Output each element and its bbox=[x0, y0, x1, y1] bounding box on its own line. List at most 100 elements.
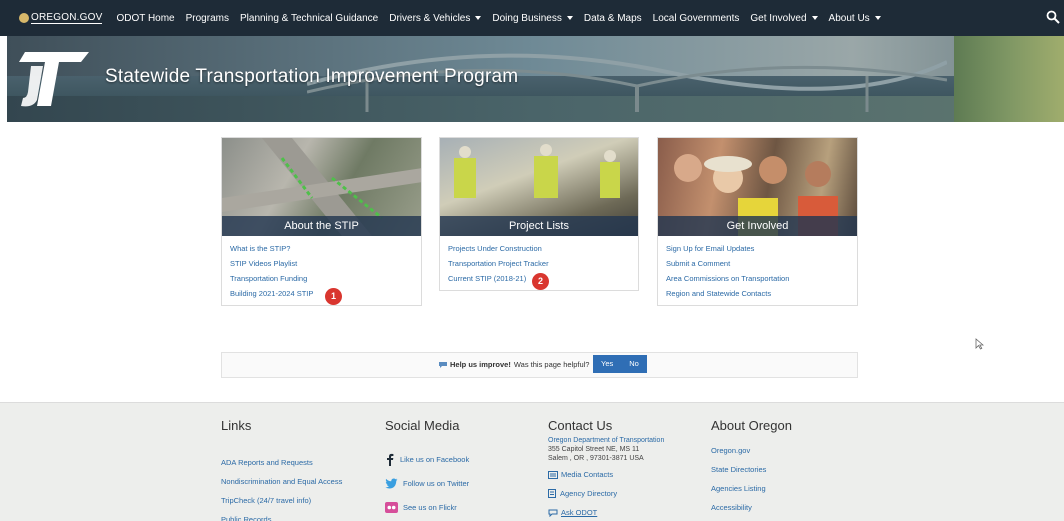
card-caption: About the STIP bbox=[222, 216, 421, 236]
agency-directory-label: Agency Directory bbox=[560, 489, 618, 498]
card-caption: Get Involved bbox=[658, 216, 857, 236]
nav-item-get-involved[interactable]: Get Involved bbox=[750, 12, 818, 24]
flickr-icon bbox=[385, 501, 398, 513]
nav-label: Local Governments bbox=[652, 12, 740, 24]
link-area-commissions[interactable]: Area Commissions on Transportation bbox=[666, 271, 849, 286]
footer-contact-title: Contact Us bbox=[548, 418, 613, 433]
ask-odot-label: Ask ODOT bbox=[561, 508, 598, 517]
contact-city: Salem , OR , 97301-3871 USA bbox=[548, 455, 644, 462]
link-project-tracker[interactable]: Transportation Project Tracker bbox=[448, 256, 630, 271]
oregon-gov-brand: OREGON.GOV bbox=[31, 12, 103, 24]
link-ada-reports[interactable]: ADA Reports and Requests bbox=[221, 453, 342, 472]
link-flickr[interactable]: See us on Flickr bbox=[385, 495, 469, 519]
link-tripcheck[interactable]: TripCheck (24/7 travel info) bbox=[221, 491, 342, 510]
contact-street: 355 Capitol Street NE, MS 11 bbox=[548, 446, 640, 453]
nav-label: Planning & Technical Guidance bbox=[239, 12, 379, 24]
chat-icon bbox=[548, 509, 558, 517]
no-button[interactable]: No bbox=[621, 355, 647, 373]
flickr-label: See us on Flickr bbox=[403, 502, 457, 512]
link-stip-videos[interactable]: STIP Videos Playlist bbox=[230, 256, 413, 271]
link-state-directories[interactable]: State Directories bbox=[711, 460, 792, 479]
newspaper-icon bbox=[548, 470, 558, 479]
caret-down-icon bbox=[874, 16, 881, 20]
card-get-involved: Get Involved Sign Up for Email Updates S… bbox=[657, 137, 858, 306]
nav-label: Data & Maps bbox=[583, 12, 642, 24]
link-public-records[interactable]: Public Records bbox=[221, 510, 342, 521]
footer-social-column: Social Media Like us on Facebook Follow … bbox=[385, 418, 469, 519]
link-submit-comment[interactable]: Submit a Comment bbox=[666, 256, 849, 271]
feedback-bold-text: Help us improve! bbox=[450, 360, 511, 369]
footer-about-column: About Oregon Oregon.gov State Directorie… bbox=[711, 418, 792, 517]
link-oregon-gov[interactable]: Oregon.gov bbox=[711, 441, 792, 460]
footer-about-title: About Oregon bbox=[711, 418, 792, 433]
oregon-gov-logo[interactable]: OREGON.GOV bbox=[19, 12, 103, 24]
caret-down-icon bbox=[811, 16, 818, 20]
link-agency-directory[interactable]: Agency Directory bbox=[548, 484, 664, 503]
nav-label: Programs bbox=[185, 12, 229, 24]
nav-item-odot-home[interactable]: ODOT Home bbox=[116, 13, 174, 24]
hero-banner: Statewide Transportation Improvement Pro… bbox=[7, 36, 1064, 122]
hero-trees bbox=[954, 36, 1064, 122]
card-image-workers[interactable]: Project Lists bbox=[440, 138, 638, 236]
nav-item-local-governments[interactable]: Local Governments bbox=[653, 13, 740, 24]
nav-item-programs[interactable]: Programs bbox=[186, 13, 229, 24]
nav-item-data-maps[interactable]: Data & Maps bbox=[584, 13, 642, 24]
card-about-the-stip: About the STIP What is the STIP? STIP Vi… bbox=[221, 137, 422, 306]
facebook-label: Like us on Facebook bbox=[400, 454, 470, 464]
twitter-icon bbox=[385, 478, 398, 488]
link-what-is-stip[interactable]: What is the STIP? bbox=[230, 241, 413, 256]
link-transportation-funding[interactable]: Transportation Funding bbox=[230, 271, 413, 286]
card-project-lists: Project Lists Projects Under Constructio… bbox=[439, 137, 639, 291]
facebook-icon bbox=[387, 453, 394, 466]
footer-contact-column: Contact Us Oregon Department of Transpor… bbox=[548, 418, 664, 521]
footer-social-title: Social Media bbox=[385, 418, 460, 433]
link-twitter[interactable]: Follow us on Twitter bbox=[385, 471, 469, 495]
contact-org-link[interactable]: Oregon Department of Transportation bbox=[548, 436, 664, 445]
feedback-buttons: Yes No bbox=[593, 355, 647, 373]
nav-label: Drivers & Vehicles bbox=[389, 12, 471, 24]
nav-label: About Us bbox=[828, 12, 870, 24]
footer: Links ADA Reports and Requests Nondiscri… bbox=[0, 402, 1064, 521]
media-contacts-label: Media Contacts bbox=[561, 470, 614, 479]
link-region-contacts[interactable]: Region and Statewide Contacts bbox=[666, 286, 849, 301]
link-building-stip[interactable]: Building 2021-2024 STIP bbox=[230, 286, 413, 301]
nav-item-doing-business[interactable]: Doing Business bbox=[492, 12, 573, 24]
annotation-badge-1: 1 bbox=[325, 288, 342, 305]
card-image-people[interactable]: Get Involved bbox=[658, 138, 857, 236]
top-navigation: OREGON.GOV ODOT Home Programs Planning &… bbox=[0, 0, 1064, 36]
twitter-label: Follow us on Twitter bbox=[403, 478, 470, 488]
feedback-prompt: Help us improve! Was this page helpful? bbox=[438, 360, 589, 369]
nav-item-planning[interactable]: Planning & Technical Guidance bbox=[240, 13, 378, 24]
caret-down-icon bbox=[566, 16, 573, 20]
annotation-badge-2: 2 bbox=[532, 273, 549, 290]
link-media-contacts[interactable]: Media Contacts bbox=[548, 465, 664, 484]
link-projects-under-construction[interactable]: Projects Under Construction bbox=[448, 241, 630, 256]
nav-label: ODOT Home bbox=[116, 12, 175, 24]
link-agencies-listing[interactable]: Agencies Listing bbox=[711, 479, 792, 498]
card-links: What is the STIP? STIP Videos Playlist T… bbox=[222, 236, 421, 305]
link-ask-odot[interactable]: Ask ODOT bbox=[548, 503, 664, 521]
feedback-question: Was this page helpful? bbox=[513, 360, 590, 369]
link-email-updates[interactable]: Sign Up for Email Updates bbox=[666, 241, 849, 256]
feedback-comment-icon bbox=[439, 361, 447, 368]
link-nondiscrimination[interactable]: Nondiscrimination and Equal Access bbox=[221, 472, 342, 491]
nav-label: Doing Business bbox=[492, 12, 562, 24]
nav-item-drivers-vehicles[interactable]: Drivers & Vehicles bbox=[389, 12, 482, 24]
mouse-cursor-icon bbox=[975, 338, 984, 350]
footer-links-column: Links ADA Reports and Requests Nondiscri… bbox=[221, 418, 342, 521]
link-accessibility[interactable]: Accessibility bbox=[711, 498, 792, 517]
card-image-road[interactable]: About the STIP bbox=[222, 138, 421, 236]
odot-logo-icon bbox=[19, 52, 89, 107]
search-icon[interactable] bbox=[1046, 10, 1060, 24]
card-caption: Project Lists bbox=[440, 216, 638, 236]
nav-item-about-us[interactable]: About Us bbox=[829, 13, 881, 24]
page-title: Statewide Transportation Improvement Pro… bbox=[105, 66, 519, 87]
card-links: Sign Up for Email Updates Submit a Comme… bbox=[658, 236, 857, 305]
footer-links-title: Links bbox=[221, 418, 252, 433]
caret-down-icon bbox=[475, 16, 482, 20]
directory-icon bbox=[548, 489, 556, 498]
nav-label: Get Involved bbox=[750, 12, 807, 24]
link-facebook[interactable]: Like us on Facebook bbox=[385, 447, 469, 471]
feedback-bar: Help us improve! Was this page helpful? … bbox=[221, 352, 858, 378]
yes-button[interactable]: Yes bbox=[593, 355, 622, 373]
